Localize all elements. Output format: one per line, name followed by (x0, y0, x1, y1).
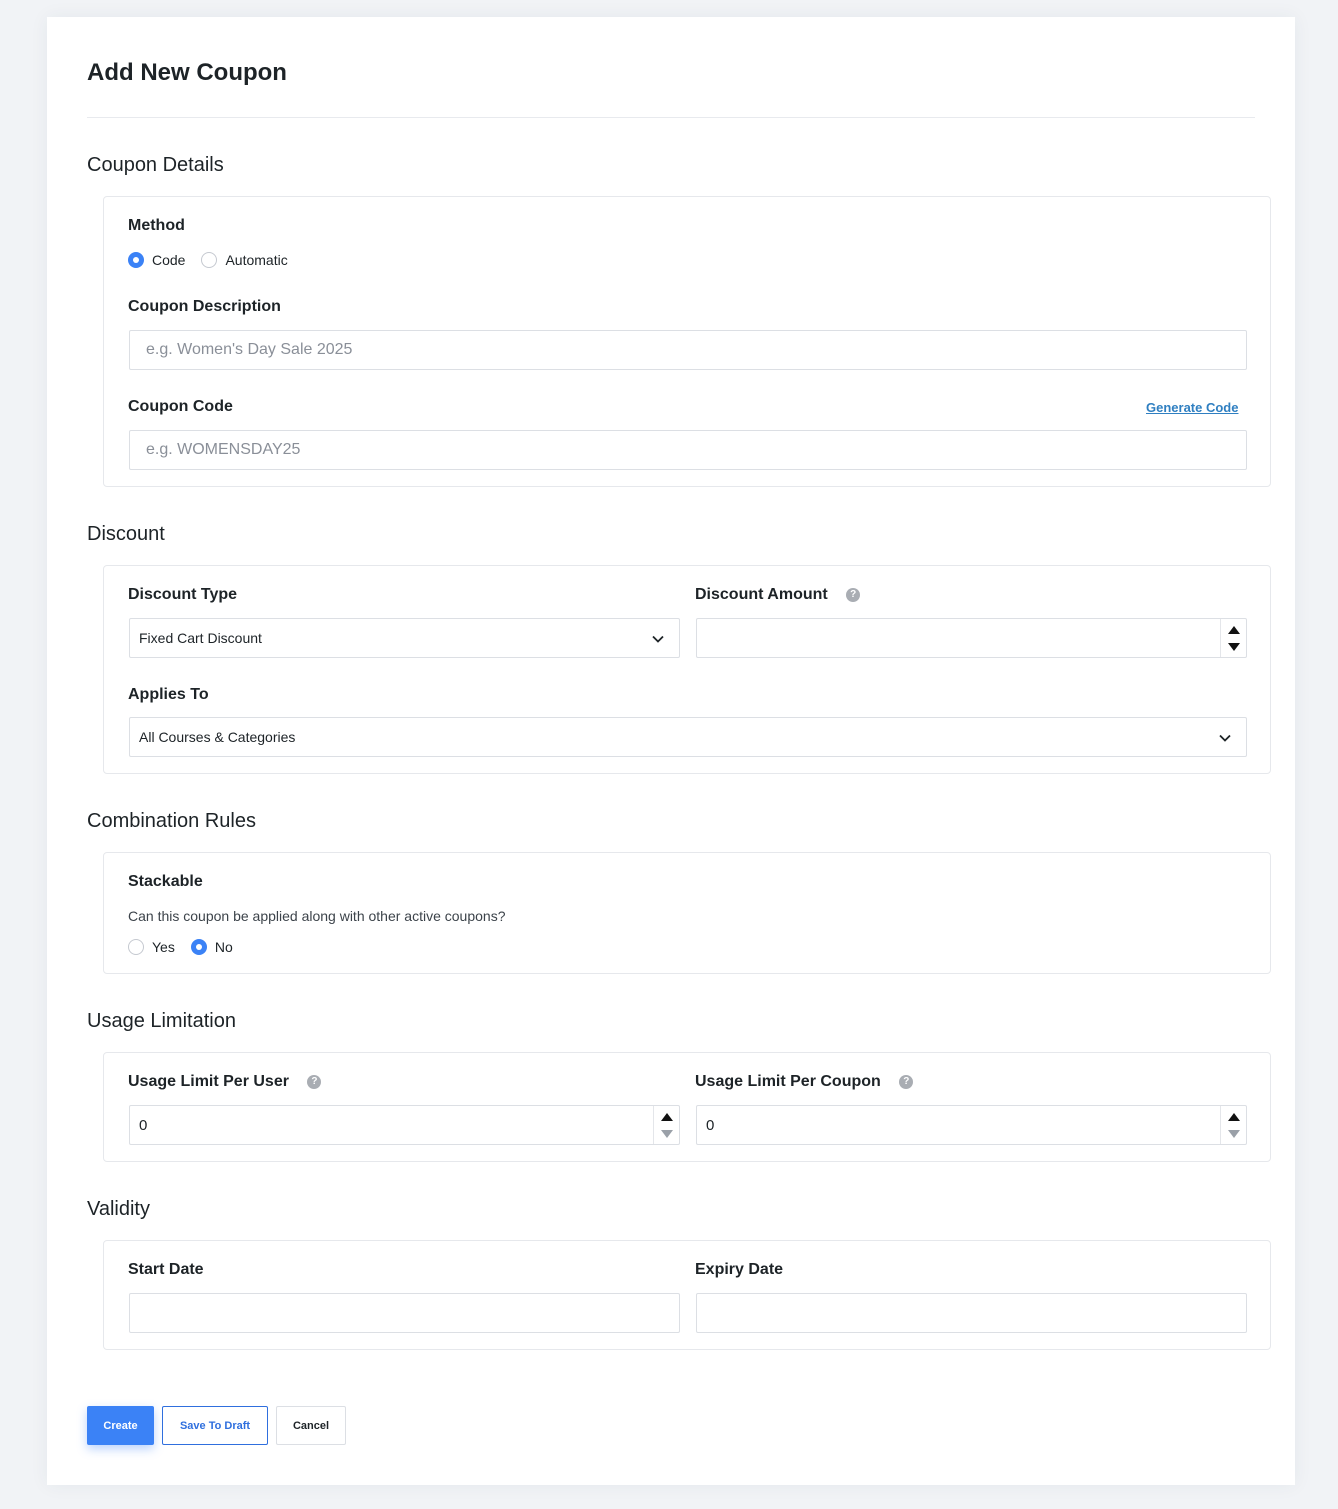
chevron-down-icon (1219, 734, 1231, 742)
question-icon[interactable]: ? (899, 1074, 914, 1089)
coupon-code-input[interactable]: e.g. WOMENSDAY25 (129, 430, 1247, 470)
usage-per-coupon-label: Usage Limit Per Coupon (695, 1073, 881, 1090)
usage-limitation-panel: Usage Limit Per User ? 0 Usage Limit Per… (103, 1052, 1271, 1162)
coupon-code-placeholder: e.g. WOMENSDAY25 (146, 441, 301, 458)
discount-amount-stepper[interactable] (1220, 619, 1246, 657)
applies-to-select[interactable]: All Courses & Categories (129, 717, 1247, 757)
usage-per-coupon-value: 0 (706, 1116, 715, 1134)
applies-to-label: Applies To (128, 686, 209, 703)
combination-rules-panel: Stackable Can this coupon be applied alo… (103, 852, 1271, 974)
generate-code-link[interactable]: Generate Code (1146, 400, 1238, 415)
validity-panel: Start Date Expiry Date (103, 1240, 1271, 1350)
stackable-yes-label[interactable]: Yes (152, 939, 175, 955)
stackable-label: Stackable (128, 873, 203, 890)
discount-amount-input[interactable] (696, 618, 1247, 658)
usage-per-user-label-row: Usage Limit Per User ? (128, 1073, 322, 1091)
method-label: Method (128, 217, 185, 234)
stepper-down-icon[interactable] (661, 1130, 673, 1138)
usage-per-user-input[interactable]: 0 (129, 1105, 680, 1145)
page-title: Add New Coupon (87, 59, 287, 86)
usage-per-coupon-stepper[interactable] (1220, 1106, 1246, 1144)
usage-per-user-stepper[interactable] (653, 1106, 679, 1144)
stackable-description: Can this coupon be applied along with ot… (128, 908, 506, 924)
section-title-usage-limitation: Usage Limitation (87, 1010, 236, 1032)
applies-to-value: All Courses & Categories (139, 729, 296, 745)
expiry-date-input[interactable] (696, 1293, 1247, 1333)
stepper-down-icon[interactable] (1228, 1130, 1240, 1138)
method-automatic-label[interactable]: Automatic (225, 252, 287, 268)
stackable-no-label[interactable]: No (215, 939, 233, 955)
method-radio-group: Code Automatic (128, 252, 304, 268)
discount-type-label: Discount Type (128, 586, 238, 603)
expiry-date-label: Expiry Date (695, 1261, 784, 1278)
stackable-no-radio[interactable] (190, 939, 207, 955)
section-title-discount: Discount (87, 523, 165, 545)
stackable-radio-group: Yes No (128, 939, 249, 955)
create-button[interactable]: Create (87, 1406, 154, 1445)
usage-per-coupon-label-row: Usage Limit Per Coupon ? (695, 1073, 914, 1091)
coupon-description-placeholder: e.g. Women's Day Sale 2025 (146, 341, 353, 358)
stepper-up-icon[interactable] (661, 1113, 673, 1121)
coupon-code-label: Coupon Code (128, 398, 233, 415)
section-title-coupon-details: Coupon Details (87, 154, 224, 176)
coupon-description-label: Coupon Description (128, 298, 281, 315)
usage-per-coupon-input[interactable]: 0 (696, 1105, 1247, 1145)
chevron-down-icon (652, 635, 664, 643)
stepper-up-icon[interactable] (1228, 1113, 1240, 1121)
discount-amount-label: Discount Amount (695, 586, 828, 603)
section-title-validity: Validity (87, 1198, 150, 1220)
question-icon[interactable]: ? (846, 587, 861, 602)
start-date-label: Start Date (128, 1261, 204, 1278)
start-date-input[interactable] (129, 1293, 680, 1333)
method-code-radio[interactable] (128, 252, 144, 268)
method-automatic-radio[interactable] (201, 252, 218, 268)
usage-per-user-value: 0 (139, 1116, 148, 1134)
method-code-label[interactable]: Code (152, 252, 185, 268)
discount-panel: Discount Type Fixed Cart Discount Discou… (103, 565, 1271, 774)
coupon-form-card: Add New Coupon Coupon Details Method Cod… (47, 17, 1295, 1485)
save-to-draft-button[interactable]: Save To Draft (162, 1406, 268, 1445)
stepper-up-icon[interactable] (1228, 626, 1240, 634)
discount-amount-label-row: Discount Amount ? (695, 586, 861, 604)
stackable-yes-radio[interactable] (128, 939, 144, 955)
section-title-combination-rules: Combination Rules (87, 810, 256, 832)
discount-type-select[interactable]: Fixed Cart Discount (129, 618, 680, 658)
question-icon[interactable]: ? (307, 1074, 322, 1089)
coupon-details-panel: Method Code Automatic Coupon Description… (103, 196, 1271, 487)
usage-per-user-label: Usage Limit Per User (128, 1073, 289, 1090)
discount-type-value: Fixed Cart Discount (139, 630, 262, 646)
coupon-description-input[interactable]: e.g. Women's Day Sale 2025 (129, 330, 1247, 370)
title-divider (87, 117, 1255, 118)
cancel-button[interactable]: Cancel (276, 1406, 346, 1445)
stepper-down-icon[interactable] (1228, 643, 1240, 651)
